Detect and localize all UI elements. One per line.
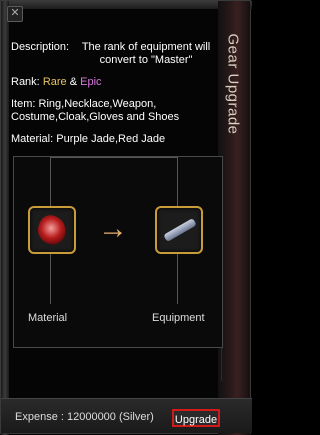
item-row: Item: Ring,Necklace,Weapon, Costume,Cloa… [11, 98, 219, 124]
rank-row: Rank: Rare & Epic [11, 76, 219, 89]
info-text: Description: The rank of equipment will … [11, 41, 219, 155]
rank-amp: & [69, 76, 78, 88]
upgrade-panel: → Material Equipment [13, 156, 223, 348]
description-text: The rank of equipment will convert to "M… [81, 41, 211, 66]
rank-epic: Epic [80, 76, 102, 88]
item-text: Ring,Necklace,Weapon, Costume,Cloak,Glov… [11, 98, 180, 123]
material-slot[interactable] [28, 206, 76, 254]
sword-icon [163, 218, 197, 242]
material-slot-label: Material [28, 312, 68, 324]
frame-ornament [221, 291, 248, 381]
frame-top [1, 1, 252, 9]
frame-ornament [221, 161, 248, 251]
connector-line [177, 157, 178, 206]
right-arrow-icon: → [98, 212, 128, 245]
material-text: Purple Jade,Red Jade [56, 133, 166, 145]
close-button[interactable]: ✕ [7, 6, 23, 22]
item-label: Item: [11, 98, 36, 110]
red-gem-icon [34, 212, 70, 248]
description-label: Description: [11, 41, 70, 53]
expense-text: Expense : 12000000 (Silver) [15, 411, 154, 423]
equipment-slot-label: Equipment [152, 312, 205, 324]
window-title: Gear Upgrade [224, 33, 242, 135]
connector-line [50, 157, 51, 206]
connector-line [50, 254, 51, 304]
frame-left [1, 1, 9, 435]
connector-line [50, 157, 178, 158]
connector-line [177, 254, 178, 304]
material-label: Material: [11, 133, 54, 145]
rank-label: Rank: [11, 76, 40, 88]
close-icon: ✕ [10, 7, 20, 19]
upgrade-button[interactable]: Upgrade [172, 409, 220, 427]
gear-upgrade-window: ✕ Gear Upgrade Description: The rank of … [0, 0, 252, 435]
rank-rare: Rare [42, 76, 67, 88]
description-row: Description: The rank of equipment will … [11, 41, 219, 67]
material-row: Material: Purple Jade,Red Jade [11, 133, 219, 146]
equipment-slot[interactable] [155, 206, 203, 254]
